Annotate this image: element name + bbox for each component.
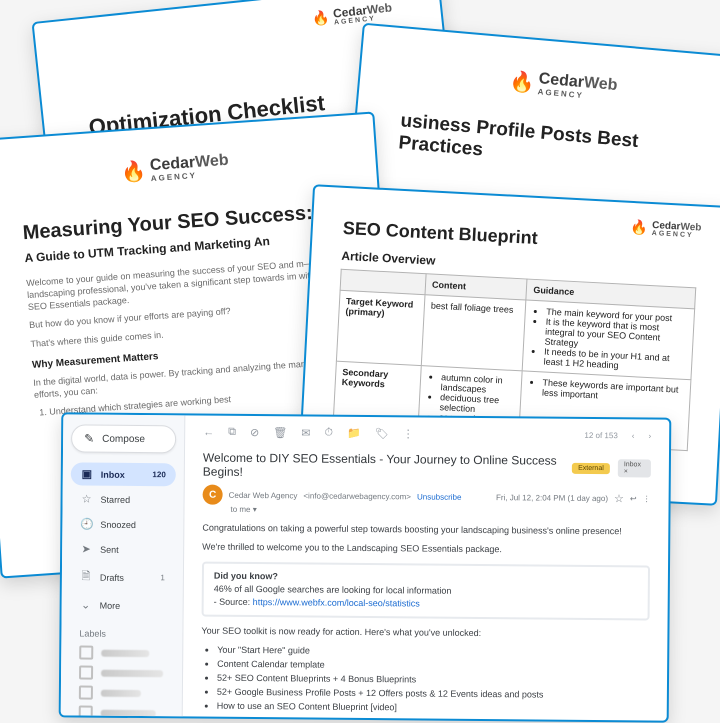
- label-item[interactable]: [69, 682, 174, 703]
- label-item[interactable]: [69, 642, 174, 663]
- archive-icon[interactable]: ⧉: [228, 426, 236, 439]
- chevron-down-icon: ⌄: [80, 599, 92, 612]
- pagination-label: 12 of 153: [584, 431, 617, 440]
- mail-body: Congratulations on taking a powerful ste…: [200, 522, 651, 721]
- label-color-icon: [79, 646, 93, 660]
- sender-avatar: C: [203, 485, 223, 505]
- row-content: best fall foliage trees: [421, 295, 526, 371]
- label-chip-inbox[interactable]: Inbox ×: [618, 459, 651, 477]
- mail-paragraph: We're thrilled to welcome you to the Lan…: [202, 541, 650, 558]
- sidebar-item-inbox[interactable]: ▣ Inbox 120: [71, 462, 176, 486]
- doc2-title: usiness Profile Posts Best Practices: [398, 110, 719, 182]
- flame-icon: 🔥: [630, 219, 648, 237]
- next-icon[interactable]: ›: [648, 431, 651, 440]
- compose-button[interactable]: ✎ Compose: [71, 424, 176, 453]
- more-icon[interactable]: ⋮: [403, 427, 414, 440]
- move-icon[interactable]: 📁: [347, 427, 361, 440]
- label-color-icon: [79, 666, 93, 680]
- sidebar-item-more[interactable]: ⌄ More: [70, 593, 175, 617]
- star-icon: ☆: [81, 493, 93, 506]
- send-icon: ➤: [80, 543, 92, 556]
- pencil-icon: ✎: [84, 433, 94, 445]
- mail-paragraph: Congratulations on taking a powerful ste…: [202, 522, 650, 539]
- from-email: <info@cedarwebagency.com>: [303, 491, 411, 501]
- snooze-icon[interactable]: ⏱: [324, 427, 333, 440]
- label-color-icon: [79, 686, 93, 700]
- labels-icon[interactable]: 🏷: [375, 427, 389, 440]
- label-color-icon: [79, 706, 93, 720]
- mark-unread-icon[interactable]: ✉: [301, 426, 310, 439]
- sidebar-item-sent[interactable]: ➤ Sent: [70, 537, 175, 561]
- sidebar-item-drafts[interactable]: 🗎 Drafts 1: [70, 562, 175, 592]
- mail-reading-pane: ← ⧉ ⊘ 🗑 ✉ ⏱ 📁 🏷 ⋮ 12 of 153 ‹ › Welcome …: [183, 415, 670, 720]
- mail-subject-row: Welcome to DIY SEO Essentials - Your Jou…: [203, 451, 651, 483]
- clock-icon: 🕘: [80, 518, 92, 531]
- flame-icon: 🔥: [311, 9, 330, 28]
- compose-label: Compose: [102, 433, 145, 444]
- document-collage: 🔥 CedarWebAGENCY Optimization Checklist …: [0, 0, 720, 720]
- draft-icon: 🗎: [80, 568, 92, 587]
- label-item[interactable]: [69, 662, 174, 683]
- cedarweb-logo-small: 🔥 CedarWebAGENCY: [630, 219, 702, 240]
- report-icon[interactable]: ⊘: [250, 426, 259, 439]
- sidebar-item-snoozed[interactable]: 🕘 Snoozed: [70, 512, 175, 536]
- reply-icon[interactable]: ↩: [630, 494, 637, 503]
- delete-icon[interactable]: 🗑: [273, 426, 287, 439]
- back-icon[interactable]: ←: [203, 426, 214, 438]
- star-icon[interactable]: ☆: [614, 492, 624, 505]
- label-chip-external[interactable]: External: [572, 462, 610, 473]
- unsubscribe-link[interactable]: Unsubscribe: [417, 492, 462, 501]
- row-guidance: The main keyword for your post It is the…: [523, 300, 695, 380]
- mail-toolbar: ← ⧉ ⊘ 🗑 ✉ ⏱ 📁 🏷 ⋮ 12 of 153 ‹ ›: [203, 426, 651, 449]
- from-name: Cedar Web Agency: [229, 490, 298, 500]
- highlight-fact: 46% of all Google searches are looking f…: [214, 584, 452, 596]
- did-you-know-box: Did you know? 46% of all Google searches…: [202, 562, 650, 621]
- more-icon[interactable]: ⋮: [643, 494, 651, 503]
- cedarweb-logo: 🔥 CedarWebAGENCY: [18, 145, 332, 193]
- mail-timestamp: Fri, Jul 12, 2:04 PM (1 day ago): [496, 493, 608, 503]
- sidebar-item-starred[interactable]: ☆ Starred: [70, 487, 175, 511]
- highlight-source-label: - Source:: [214, 597, 253, 607]
- cedarweb-logo: 🔥 CedarWebAGENCY: [404, 59, 720, 113]
- mail-paragraph: Your SEO toolkit is now ready for action…: [201, 625, 649, 642]
- source-link[interactable]: https://www.webfx.com/local-seo/statisti…: [253, 597, 420, 608]
- row-label: Target Keyword (primary): [336, 290, 425, 365]
- highlight-heading: Did you know?: [214, 571, 278, 582]
- labels-header: Labels: [69, 628, 174, 639]
- inbox-icon: ▣: [81, 468, 93, 481]
- mail-sidebar: ✎ Compose ▣ Inbox 120 ☆ Starred 🕘 Snooze…: [61, 414, 186, 716]
- flame-icon: 🔥: [121, 158, 148, 185]
- mail-subject: Welcome to DIY SEO Essentials - Your Jou…: [203, 451, 564, 482]
- doc-welcome-email: ✎ Compose ▣ Inbox 120 ☆ Starred 🕘 Snooze…: [59, 412, 672, 722]
- unlocked-list: Your "Start Here" guide Content Calendar…: [216, 644, 649, 721]
- prev-icon[interactable]: ‹: [632, 431, 635, 440]
- flame-icon: 🔥: [509, 68, 536, 95]
